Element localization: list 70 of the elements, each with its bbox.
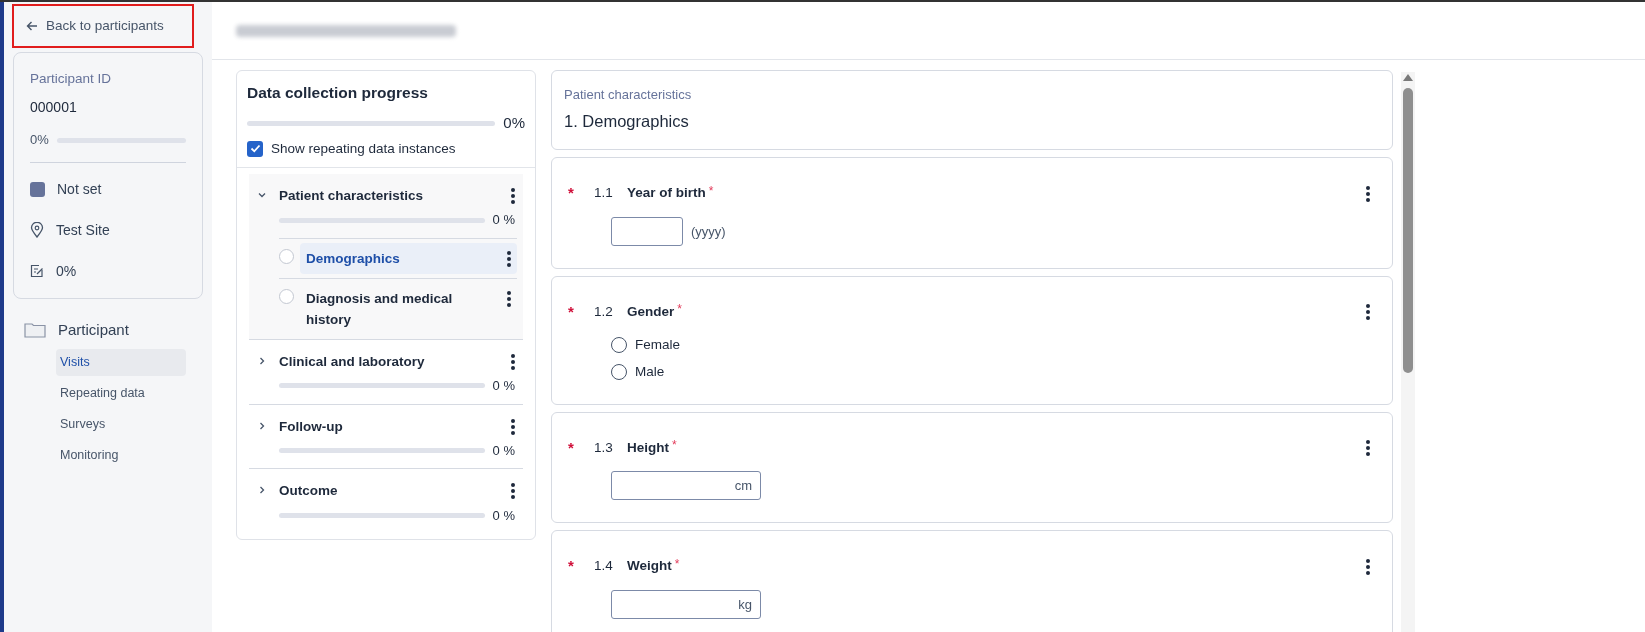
question-label: Height <box>627 438 669 457</box>
more-options-icon[interactable] <box>511 188 515 205</box>
question-number: 1.4 <box>594 557 614 576</box>
progress-percent: 0% <box>503 113 525 134</box>
section-title[interactable]: Patient characteristics <box>279 186 424 207</box>
show-repeating-checkbox[interactable]: Show repeating data instances <box>247 138 525 159</box>
chevron-icon[interactable] <box>257 355 267 366</box>
status-label: Not set <box>57 179 102 199</box>
required-mark: * <box>708 182 714 200</box>
checkmark-icon <box>249 143 261 155</box>
chevron-icon[interactable] <box>257 420 267 431</box>
chevron-icon[interactable] <box>257 190 267 200</box>
section-percent: 0 % <box>492 441 515 460</box>
required-mark: * <box>672 437 677 454</box>
nav-item[interactable]: Visits <box>56 349 186 377</box>
year-field[interactable] <box>611 216 683 246</box>
scrollbar[interactable] <box>1401 72 1415 632</box>
status-square-icon <box>30 181 45 197</box>
question-label: Gender <box>627 302 675 321</box>
section-percent: 0 % <box>492 506 515 525</box>
more-options-icon[interactable] <box>1366 440 1370 456</box>
section-title[interactable]: Outcome <box>279 481 338 502</box>
nav-item[interactable]: Surveys <box>56 411 186 439</box>
participant-id: 000001 <box>30 98 78 118</box>
unit-field[interactable]: cm <box>611 471 761 501</box>
more-options-icon[interactable] <box>1366 185 1370 202</box>
folder-icon <box>24 322 46 338</box>
question-label: Weight <box>627 557 672 576</box>
chevron-icon[interactable] <box>257 485 267 496</box>
section-title[interactable]: Clinical and laboratory <box>279 351 425 372</box>
more-options-icon[interactable] <box>511 353 515 370</box>
radio-option[interactable]: Male <box>611 361 1370 382</box>
question-number: 1.1 <box>594 184 614 203</box>
more-options-icon[interactable] <box>511 483 515 500</box>
more-options-icon[interactable] <box>507 290 511 307</box>
required-icon: * <box>568 555 594 578</box>
location-pin-icon <box>30 222 44 239</box>
folder-label: Participant <box>58 319 129 340</box>
unit-field[interactable]: kg <box>611 589 761 619</box>
nav-item[interactable]: Monitoring <box>56 442 186 470</box>
form-item[interactable]: Diagnosis and medical history <box>300 282 517 335</box>
form-section-label: Patient characteristics <box>564 86 693 104</box>
required-icon: * <box>568 300 594 324</box>
section-percent: 0 % <box>492 211 515 230</box>
site-label: Test Site <box>56 220 110 240</box>
nav-item[interactable]: Repeating data <box>56 380 186 408</box>
question-label: Year of birth <box>627 184 706 203</box>
required-mark: * <box>674 555 680 573</box>
panel-title: Data collection progress <box>247 83 429 103</box>
back-button[interactable]: Back to participants <box>12 4 194 48</box>
more-options-icon[interactable] <box>507 250 511 267</box>
form-item[interactable]: Demographics <box>300 242 517 274</box>
question-number: 1.2 <box>594 302 614 321</box>
back-arrow-icon <box>26 20 38 32</box>
scroll-up-icon[interactable] <box>1402 72 1414 82</box>
more-options-icon[interactable] <box>1366 558 1370 575</box>
progress-percent: 0% <box>30 131 49 150</box>
question-number: 1.3 <box>594 438 614 457</box>
required-icon: * <box>568 436 594 460</box>
more-options-icon[interactable] <box>511 418 515 435</box>
section-title[interactable]: Follow-up <box>279 416 343 437</box>
field-hint: (yyyy) <box>691 222 726 241</box>
radio-option[interactable]: Female <box>611 335 1370 356</box>
required-icon: * <box>568 182 594 205</box>
more-options-icon[interactable] <box>1366 304 1370 320</box>
form-edit-icon <box>30 264 44 279</box>
participant-id-label: Participant ID <box>30 70 113 88</box>
form-title: 1. Demographics <box>564 110 690 132</box>
required-mark: * <box>677 301 682 318</box>
section-percent: 0 % <box>492 377 515 395</box>
